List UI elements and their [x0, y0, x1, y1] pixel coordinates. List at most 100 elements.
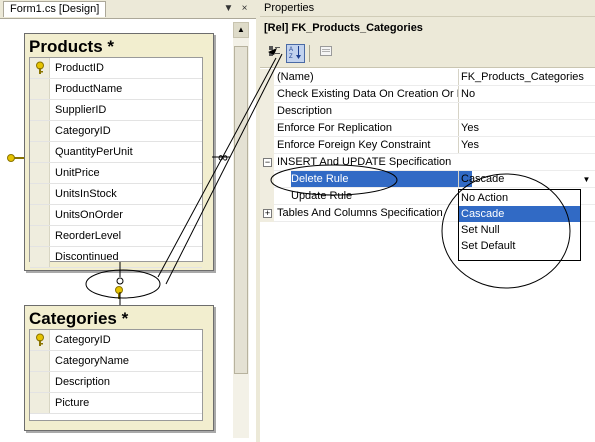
primary-key-icon	[34, 333, 46, 347]
property-pages-icon[interactable]	[316, 44, 335, 63]
column-name: Description	[55, 376, 111, 388]
row-selector[interactable]	[30, 184, 50, 204]
property-name: Delete Rule	[291, 171, 472, 188]
property-gutter	[260, 120, 274, 137]
property-name: Check Existing Data On Creation Or Re-En…	[277, 88, 458, 100]
products-table[interactable]: Products * ProductID ProductName SupplierI…	[24, 33, 214, 271]
property-gutter: −	[260, 154, 274, 171]
scroll-up-icon[interactable]: ▲	[233, 22, 249, 38]
property-row[interactable]: Delete Rule Cascade ▼	[260, 171, 595, 188]
row-selector[interactable]	[30, 226, 50, 246]
dropdown-arrow-icon[interactable]: ▼	[579, 172, 594, 187]
property-name: INSERT And UPDATE Specification	[277, 156, 452, 168]
tab-dropdown-icon[interactable]: ▼	[222, 2, 235, 15]
column-name: ProductName	[55, 83, 123, 95]
row-selector[interactable]	[30, 372, 50, 392]
close-icon[interactable]: ×	[238, 2, 251, 15]
column-list: CategoryID CategoryName Description Picture	[29, 329, 203, 421]
column-row[interactable]: Discontinued	[30, 247, 202, 268]
property-name: Enforce For Replication	[277, 122, 392, 134]
property-name: Update Rule	[291, 190, 353, 202]
object-selector[interactable]: [Rel] FK_Products_Categories	[260, 17, 595, 41]
row-selector[interactable]	[30, 393, 50, 413]
property-gutter	[260, 137, 274, 154]
column-row[interactable]: Description	[30, 372, 202, 393]
column-row[interactable]: CategoryID	[30, 121, 202, 142]
column-divider	[458, 69, 459, 86]
property-value[interactable]: Cascade	[461, 171, 593, 188]
property-value[interactable]: FK_Products_Categories	[461, 69, 593, 86]
column-row[interactable]: Picture	[30, 393, 202, 414]
row-selector[interactable]	[30, 247, 50, 267]
column-name: ProductID	[55, 62, 104, 74]
column-divider	[458, 171, 459, 188]
row-selector[interactable]	[30, 58, 50, 78]
dropdown-option[interactable]: Set Default	[459, 238, 580, 254]
row-selector[interactable]	[30, 121, 50, 141]
property-value[interactable]: No	[461, 86, 593, 103]
row-selector[interactable]	[30, 79, 50, 99]
property-row[interactable]: − INSERT And UPDATE Specification	[260, 154, 595, 171]
property-gutter	[260, 69, 274, 86]
delete-rule-dropdown-list[interactable]: No Action Cascade Set Null Set Default	[458, 189, 581, 261]
property-gutter: +	[260, 205, 274, 222]
row-selector[interactable]	[30, 330, 50, 350]
column-name: Discontinued	[55, 251, 119, 263]
column-name: CategoryID	[55, 334, 111, 346]
column-list: ProductID ProductName SupplierID CategoryID…	[29, 57, 203, 268]
dropdown-option[interactable]: Set Null	[459, 222, 580, 238]
property-gutter	[260, 171, 274, 188]
property-row[interactable]: (Name) FK_Products_Categories	[260, 69, 595, 86]
expand-icon[interactable]: +	[263, 209, 272, 218]
properties-title: Properties	[260, 0, 595, 17]
column-name: QuantityPerUnit	[55, 146, 133, 158]
primary-key-icon	[34, 61, 46, 75]
column-row[interactable]: SupplierID	[30, 100, 202, 121]
column-row[interactable]: ProductID	[30, 58, 202, 79]
designer-tab-bar: Form1.cs [Design] ▼ ×	[0, 0, 256, 19]
dropdown-option[interactable]: No Action	[459, 190, 580, 206]
row-selector[interactable]	[30, 100, 50, 120]
column-row[interactable]: ReorderLevel	[30, 226, 202, 247]
row-selector[interactable]	[30, 205, 50, 225]
designer-panel: Form1.cs [Design] ▼ × Products * Product…	[0, 0, 256, 442]
relationship-key-icon[interactable]	[114, 285, 124, 299]
categories-table[interactable]: Categories * CategoryID CategoryName Descr…	[24, 305, 214, 431]
column-row[interactable]: ProductName	[30, 79, 202, 100]
property-value[interactable]: Yes	[461, 120, 593, 137]
column-row[interactable]: CategoryID	[30, 330, 202, 351]
designer-scrollbar[interactable]: ▲	[233, 22, 249, 438]
column-name: SupplierID	[55, 104, 107, 116]
property-gutter	[260, 103, 274, 120]
property-row[interactable]: Description	[260, 103, 595, 120]
table-title: Categories *	[29, 309, 129, 328]
column-row[interactable]: CategoryName	[30, 351, 202, 372]
column-row[interactable]: UnitsInStock	[30, 184, 202, 205]
row-selector[interactable]	[30, 351, 50, 371]
svg-text:Z: Z	[289, 54, 293, 60]
column-divider	[458, 103, 459, 120]
property-value[interactable]: Yes	[461, 137, 593, 154]
column-name: UnitsOnOrder	[55, 209, 123, 221]
collapse-icon[interactable]: −	[263, 158, 272, 167]
property-row[interactable]: Enforce For Replication Yes	[260, 120, 595, 137]
row-selector[interactable]	[30, 163, 50, 183]
alphabetical-sort-icon[interactable]: AZ	[286, 44, 305, 63]
column-row[interactable]: UnitPrice	[30, 163, 202, 184]
dropdown-option[interactable]: Cascade	[459, 206, 580, 222]
scrollbar-thumb[interactable]	[234, 46, 248, 374]
relationship-key-icon[interactable]	[6, 152, 24, 164]
property-gutter	[260, 188, 274, 205]
table-title: Products *	[29, 37, 115, 56]
column-name: CategoryID	[55, 125, 111, 137]
row-selector[interactable]	[30, 142, 50, 162]
property-row[interactable]: Check Existing Data On Creation Or Re-En…	[260, 86, 595, 103]
column-name: CategoryName	[55, 355, 129, 367]
column-row[interactable]: QuantityPerUnit	[30, 142, 202, 163]
column-row[interactable]: UnitsOnOrder	[30, 205, 202, 226]
object-name: [Rel] FK_Products_Categories	[264, 22, 423, 34]
designer-tab[interactable]: Form1.cs [Design]	[3, 1, 107, 17]
categorized-icon[interactable]	[264, 44, 283, 63]
property-row[interactable]: Enforce Foreign Key Constraint Yes	[260, 137, 595, 154]
property-name: Description	[277, 105, 333, 117]
